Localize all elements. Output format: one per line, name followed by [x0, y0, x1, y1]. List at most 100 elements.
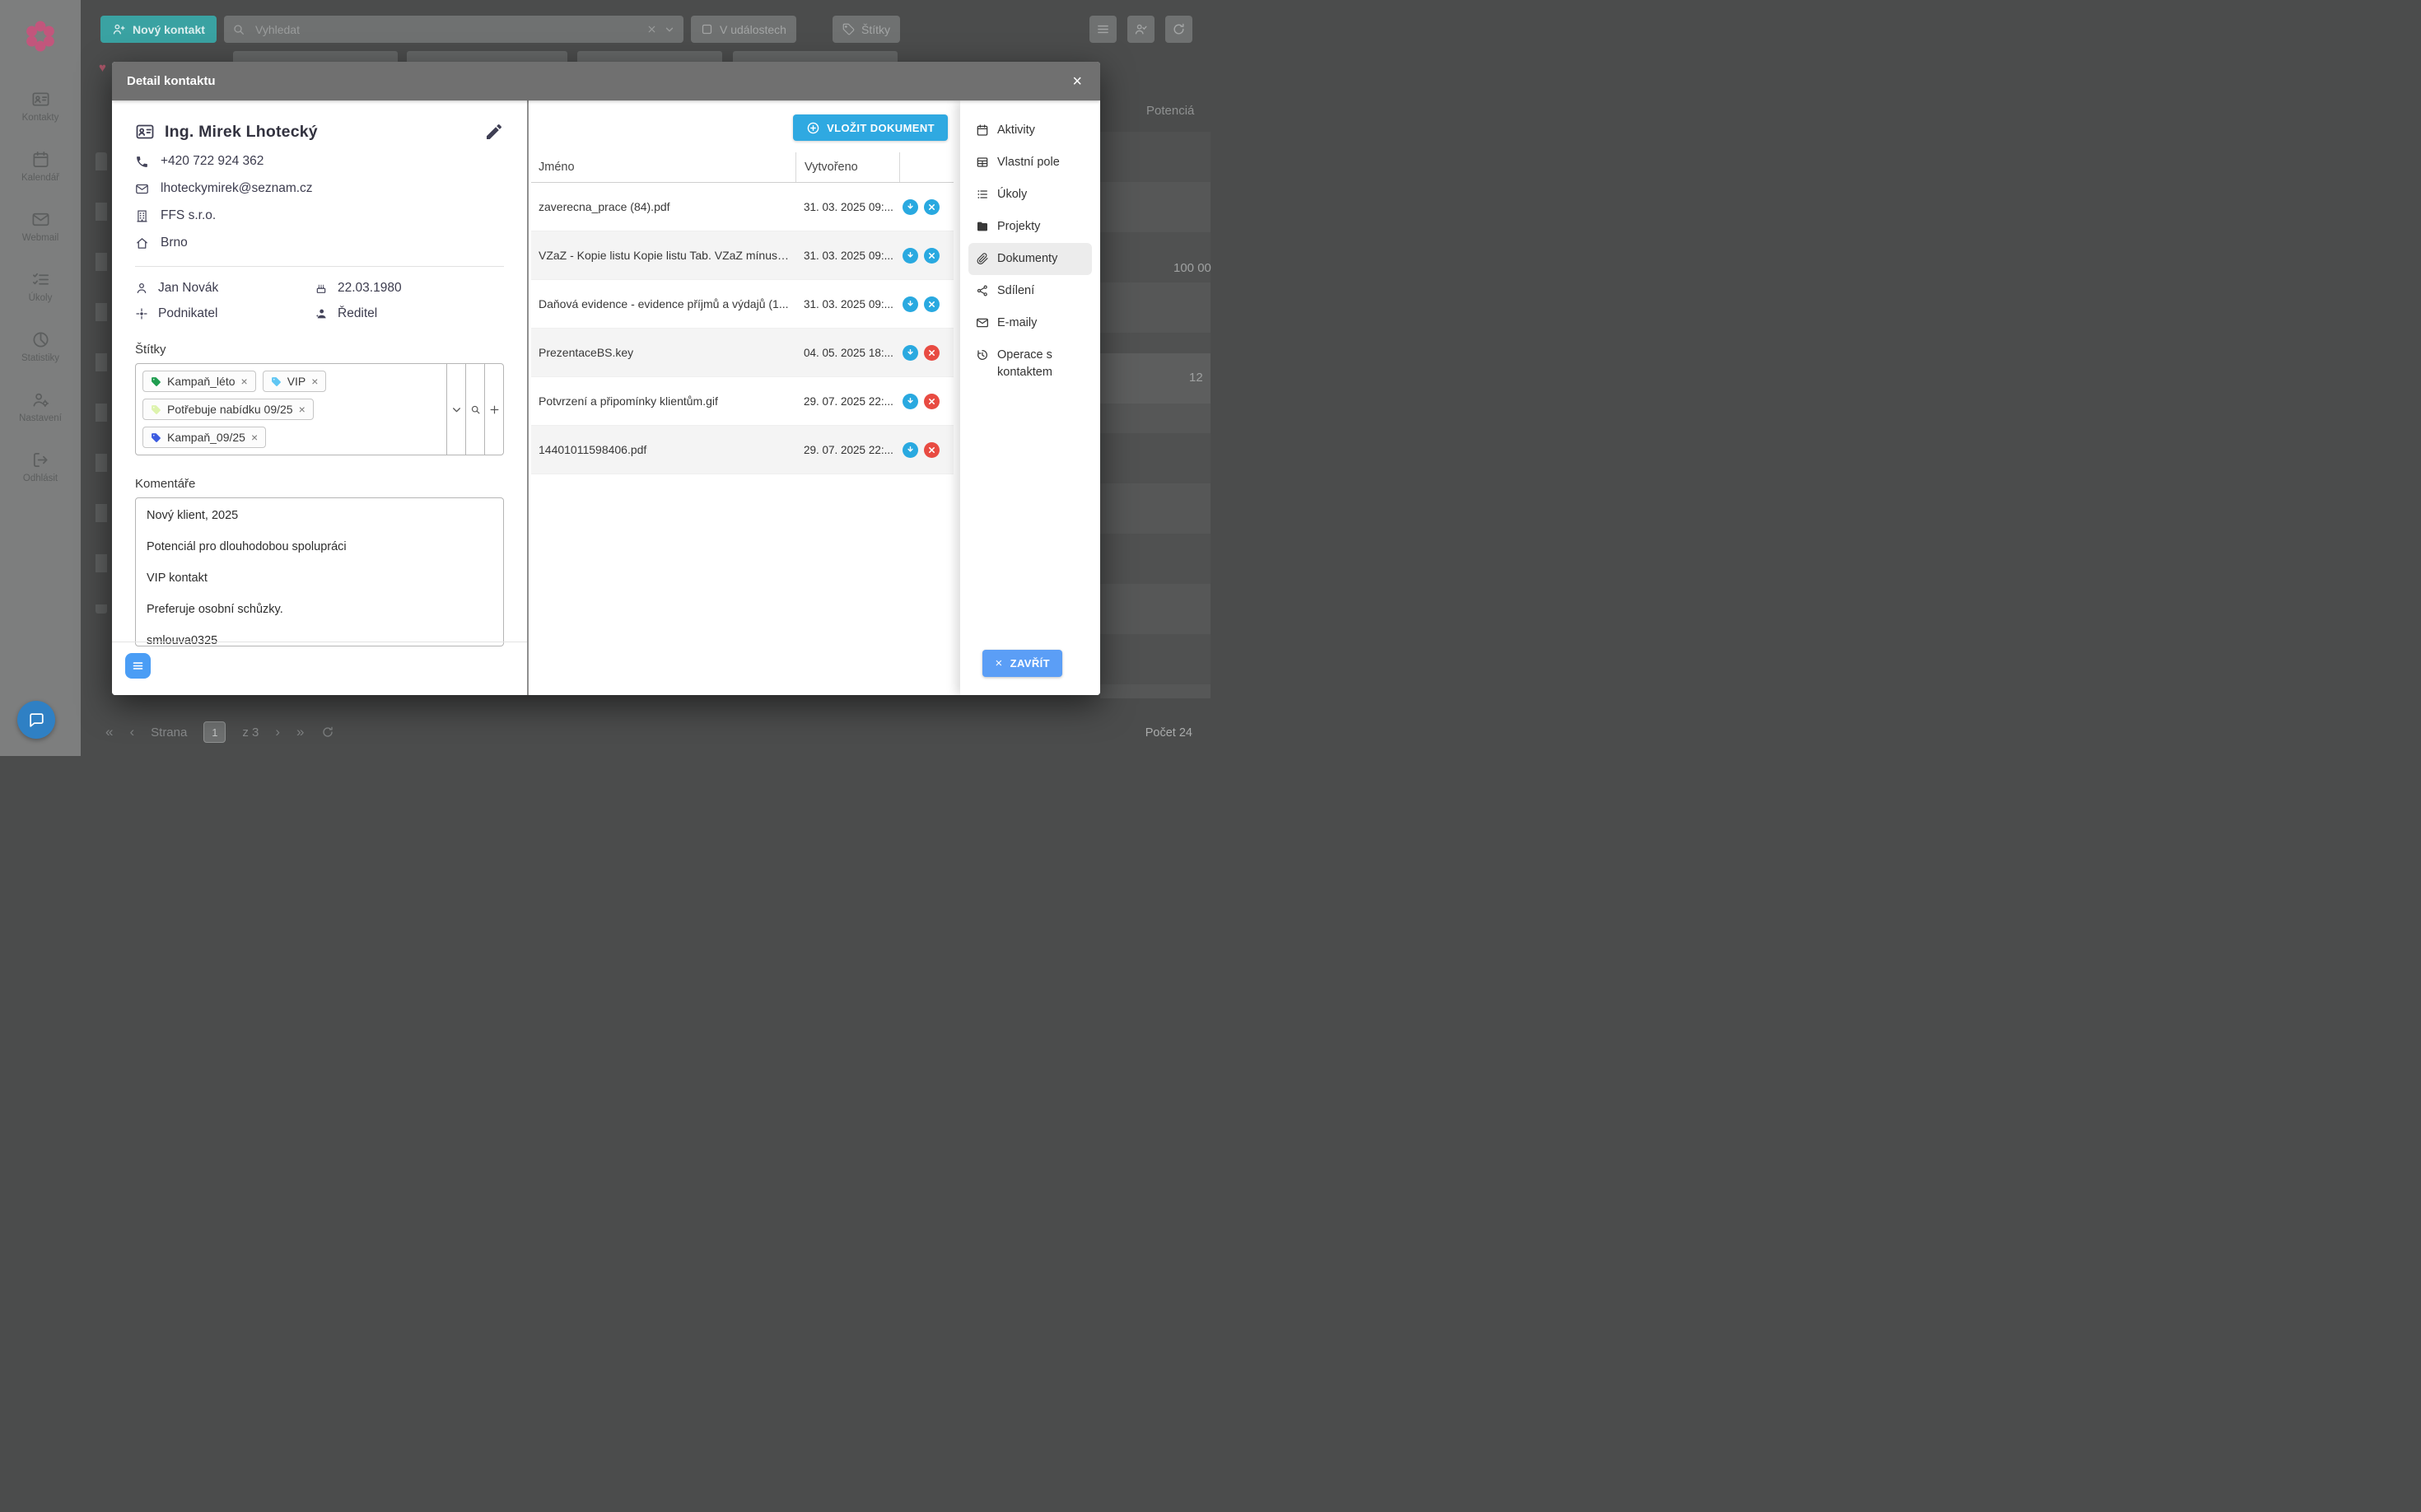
- tags-add-button[interactable]: [484, 364, 503, 455]
- contact-card-icon: [135, 122, 155, 142]
- tag-icon: [151, 432, 161, 443]
- contact-company: FFS s.r.o.: [161, 208, 216, 223]
- menu-item-label: Aktivity: [997, 122, 1035, 139]
- menu-item-projekty[interactable]: Projekty: [968, 211, 1092, 243]
- document-created: 31. 03. 2025 09:...: [795, 298, 899, 310]
- download-icon[interactable]: [903, 442, 918, 458]
- list-icon: [976, 188, 989, 201]
- close-modal-button[interactable]: × ZAVŘÍT: [982, 650, 1062, 677]
- remove-tag-icon[interactable]: ×: [241, 376, 248, 387]
- remove-tag-icon[interactable]: ×: [311, 376, 318, 387]
- insert-document-button[interactable]: VLOŽIT DOKUMENT: [793, 114, 948, 141]
- menu-item-vlastni-pole[interactable]: Vlastní pole: [968, 147, 1092, 179]
- comment-line: Nový klient, 2025: [147, 509, 492, 522]
- close-icon[interactable]: ×: [1069, 72, 1085, 91]
- tag-pill[interactable]: Potřebuje nabídku 09/25 ×: [142, 399, 314, 420]
- envelope-icon: [135, 182, 149, 196]
- hamburger-icon: [132, 660, 144, 672]
- delete-icon[interactable]: [924, 442, 940, 458]
- document-name: Potvrzení a připomínky klientům.gif: [531, 394, 795, 408]
- contact-birthday: 22.03.1980: [338, 281, 402, 296]
- contact-position: Ředitel: [338, 306, 377, 321]
- contact-email: lhoteckymirek@seznam.cz: [161, 181, 313, 196]
- comments-field[interactable]: Nový klient, 2025 Potenciál pro dlouhodo…: [135, 497, 504, 646]
- document-row[interactable]: VZaZ - Kopie listu Kopie listu Tab. VZaZ…: [531, 231, 954, 280]
- tags-select[interactable]: Kampaň_léto × VIP × Potřebuje nabídku 09…: [135, 363, 504, 455]
- document-created: 31. 03. 2025 09:...: [795, 201, 899, 213]
- contact-name: Ing. Mirek Lhotecký: [165, 123, 318, 142]
- download-icon[interactable]: [903, 248, 918, 264]
- delete-icon[interactable]: [924, 345, 940, 361]
- download-icon[interactable]: [903, 296, 918, 312]
- document-name: 14401011598406.pdf: [531, 443, 795, 456]
- menu-item-ukoly[interactable]: Úkoly: [968, 179, 1092, 211]
- comment-line: smlouva0325: [147, 634, 492, 646]
- menu-item-operace-s-kontaktem[interactable]: Operace s kontaktem: [968, 339, 1092, 389]
- delete-icon[interactable]: [924, 199, 940, 215]
- document-row[interactable]: Daňová evidence - evidence příjmů a výda…: [531, 280, 954, 329]
- comments-label: Komentáře: [135, 477, 504, 491]
- contact-phone: +420 722 924 362: [161, 154, 264, 169]
- close-button-label: ZAVŘÍT: [1010, 657, 1050, 670]
- tag-pill[interactable]: Kampaň_léto ×: [142, 371, 256, 392]
- contact-owner: Jan Novák: [158, 281, 218, 296]
- person-star-icon: [315, 307, 328, 320]
- divider: [135, 266, 504, 267]
- document-row[interactable]: PrezentaceBS.key 04. 05. 2025 18:...: [531, 329, 954, 377]
- plus-icon: [489, 404, 500, 415]
- document-name: Daňová evidence - evidence příjmů a výda…: [531, 297, 795, 310]
- tags-dropdown-button[interactable]: [446, 364, 465, 455]
- tag-label: Kampaň_léto: [167, 375, 236, 388]
- plus-circle-icon: [806, 121, 820, 135]
- contact-category: Podnikatel: [158, 306, 217, 321]
- search-icon: [470, 404, 481, 415]
- menu-item-dokumenty[interactable]: Dokumenty: [968, 243, 1092, 275]
- column-header-name: Jméno: [531, 161, 795, 174]
- close-icon: ×: [995, 656, 1002, 670]
- calendar-icon: [976, 124, 989, 137]
- delete-icon[interactable]: [924, 248, 940, 264]
- remove-tag-icon[interactable]: ×: [299, 404, 306, 415]
- documents-table: Jméno Vytvořeno zaverecna_prace (84).pdf…: [531, 152, 954, 474]
- menu-item-sdileni[interactable]: Sdílení: [968, 275, 1092, 307]
- menu-item-label: Projekty: [997, 218, 1040, 236]
- edit-contact-button[interactable]: [484, 122, 504, 142]
- tags-search-button[interactable]: [465, 364, 484, 455]
- home-icon: [135, 236, 149, 250]
- remove-tag-icon[interactable]: ×: [251, 432, 258, 443]
- document-created: 04. 05. 2025 18:...: [795, 347, 899, 359]
- download-icon[interactable]: [903, 345, 918, 361]
- contact-info-pane: Ing. Mirek Lhotecký +420 722 924 362 lho…: [112, 100, 529, 695]
- menu-item-label: E-maily: [997, 315, 1037, 332]
- menu-item-label: Dokumenty: [997, 250, 1057, 268]
- contact-detail-modal: Detail kontaktu × Ing. Mirek Lhotecký +4…: [112, 62, 1100, 695]
- delete-icon[interactable]: [924, 296, 940, 312]
- menu-item-label: Úkoly: [997, 186, 1027, 203]
- more-actions-button[interactable]: [125, 653, 151, 679]
- tag-pill[interactable]: Kampaň_09/25 ×: [142, 427, 266, 448]
- comment-line: Potenciál pro dlouhodobou spolupráci: [147, 540, 492, 553]
- download-icon[interactable]: [903, 199, 918, 215]
- document-row[interactable]: Potvrzení a připomínky klientům.gif 29. …: [531, 377, 954, 426]
- delete-icon[interactable]: [924, 394, 940, 409]
- menu-item-label: Vlastní pole: [997, 154, 1060, 171]
- document-name: VZaZ - Kopie listu Kopie listu Tab. VZaZ…: [531, 249, 795, 262]
- menu-item-aktivity[interactable]: Aktivity: [968, 114, 1092, 147]
- tag-pill[interactable]: VIP ×: [263, 371, 327, 392]
- document-created: 29. 07. 2025 22:...: [795, 444, 899, 456]
- menu-item-emaily[interactable]: E-maily: [968, 307, 1092, 339]
- tags-section-label: Štítky: [135, 343, 504, 357]
- tag-label: Potřebuje nabídku 09/25: [167, 403, 293, 416]
- insert-document-label: VLOŽIT DOKUMENT: [827, 122, 935, 134]
- menu-item-label: Sdílení: [997, 282, 1034, 300]
- document-row[interactable]: zaverecna_prace (84).pdf 31. 03. 2025 09…: [531, 183, 954, 231]
- modal-title: Detail kontaktu: [127, 74, 216, 88]
- document-created: 29. 07. 2025 22:...: [795, 395, 899, 408]
- birthday-cake-icon: [315, 282, 328, 295]
- person-icon: [135, 282, 148, 295]
- download-icon[interactable]: [903, 394, 918, 409]
- tag-icon: [271, 376, 282, 387]
- document-row[interactable]: 14401011598406.pdf 29. 07. 2025 22:...: [531, 426, 954, 474]
- paperclip-icon: [976, 252, 989, 265]
- detail-menu: Aktivity Vlastní pole Úkoly Projekty Dok…: [960, 100, 1100, 695]
